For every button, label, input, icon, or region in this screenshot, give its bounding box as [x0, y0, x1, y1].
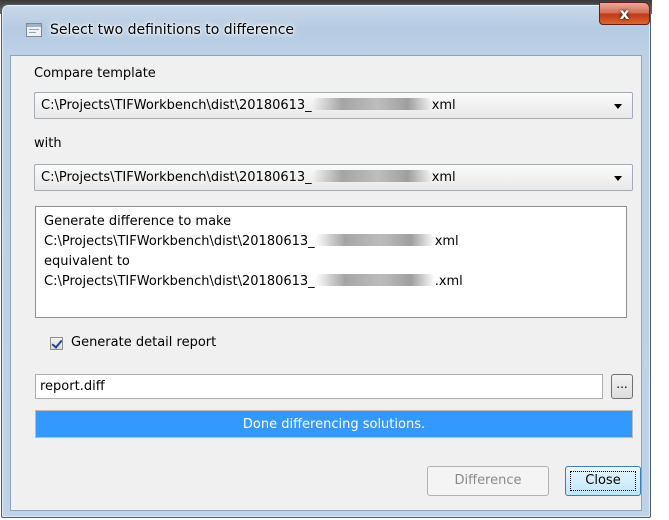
report-filename-input[interactable]: report.diff [35, 374, 603, 399]
chevron-down-icon [614, 104, 622, 109]
close-button[interactable]: Close [565, 466, 641, 496]
with-label: with [34, 136, 62, 151]
description-path: C:\Projects\TIFWorkbench\dist\20180613_ [44, 234, 315, 249]
dialog-window: Select two definitions to difference x C… [1, 2, 651, 518]
chevron-down-icon [614, 176, 622, 181]
with-template-value: C:\Projects\TIFWorkbench\dist\20180613_ x… [41, 170, 456, 185]
compare-template-label: Compare template [34, 66, 156, 81]
with-template-extension: xml [431, 170, 456, 185]
app-window-icon [26, 23, 42, 37]
with-template-path: C:\Projects\TIFWorkbench\dist\20180613_ [41, 170, 312, 185]
close-icon: x [619, 4, 630, 23]
description-line: C:\Projects\TIFWorkbench\dist\20180613_.… [44, 272, 626, 292]
progress-status-text: Done differencing solutions. [242, 417, 426, 432]
redacted-segment [311, 170, 432, 182]
redacted-segment [311, 98, 432, 110]
description-line: Generate difference to make [44, 214, 232, 229]
description-line: C:\Projects\TIFWorkbench\dist\20180613_ x… [44, 232, 626, 252]
compare-template-value: C:\Projects\TIFWorkbench\dist\20180613_ x… [41, 98, 456, 113]
focus-rectangle [570, 471, 636, 491]
progress-bar: Done differencing solutions. [35, 410, 633, 438]
dialog-title: Select two definitions to difference [50, 22, 295, 38]
redacted-segment [314, 234, 435, 246]
description-path: C:\Projects\TIFWorkbench\dist\20180613_ [44, 274, 315, 289]
difference-button[interactable]: Difference [427, 466, 549, 496]
with-template-dropdown[interactable]: C:\Projects\TIFWorkbench\dist\20180613_ x… [34, 164, 633, 191]
description-extension: xml [434, 234, 459, 249]
compare-template-path: C:\Projects\TIFWorkbench\dist\20180613_ [41, 98, 312, 113]
browse-button[interactable]: ... [611, 374, 633, 399]
compare-template-extension: xml [431, 98, 456, 113]
background-area [652, 0, 669, 520]
title-bar[interactable]: Select two definitions to difference x [2, 2, 650, 55]
description-line: equivalent to [44, 254, 130, 269]
generate-report-label[interactable]: Generate detail report [71, 335, 216, 350]
dialog-client-area: Compare template C:\Projects\TIFWorkbenc… [10, 55, 642, 511]
difference-description: Generate difference to make C:\Projects\… [35, 206, 627, 318]
generate-report-checkbox[interactable] [50, 337, 63, 350]
compare-template-dropdown[interactable]: C:\Projects\TIFWorkbench\dist\20180613_ x… [34, 92, 633, 119]
redacted-segment [314, 274, 435, 286]
description-extension: .xml [434, 274, 463, 289]
window-close-button[interactable]: x [599, 2, 650, 25]
